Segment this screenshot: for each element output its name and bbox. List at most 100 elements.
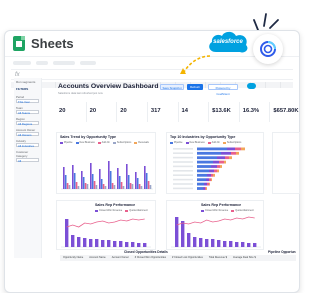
bar: [147, 181, 150, 189]
bar-segment: [236, 151, 239, 155]
category-label: [173, 178, 193, 181]
column-header[interactable]: Opportunity Name: [60, 255, 86, 261]
kpi-value: $657.80K: [273, 108, 299, 114]
chart-legend: Pipeline New Business Add-On Subscriptions: [170, 141, 241, 144]
filter-customer-category[interactable]: Customer Category All: [16, 150, 39, 163]
powered-by-button[interactable]: Powered by Coefficient: [208, 84, 238, 96]
bar: [135, 172, 137, 189]
bar: [83, 238, 87, 247]
chart-legend: Closed Won Revenue Quota Attainment: [95, 209, 148, 212]
bar: [68, 185, 71, 189]
top-industries-chart: Top 10 Industries by Opportunity Type Pi…: [166, 132, 264, 194]
save-snapshot-button[interactable]: Save Snapshot: [160, 84, 184, 90]
bar-segment: [207, 173, 211, 177]
bar-segment: [197, 160, 213, 164]
sales-trend-chart: Sales Trend by Opportunity Type Pipeline…: [56, 132, 156, 194]
legend-item: Quota Attainment: [125, 209, 148, 212]
fx-icon: fx: [15, 71, 20, 78]
category-label: [173, 174, 193, 176]
bar: [108, 161, 110, 189]
bar-segment: [214, 169, 217, 173]
bar: [144, 166, 146, 189]
column-header[interactable]: Account Name: [86, 255, 108, 261]
bar-segment: [197, 151, 221, 155]
column-header[interactable]: # Closed Lost Opportunities: [169, 255, 206, 261]
filter-value[interactable]: All Teams: [16, 110, 39, 115]
bar: [102, 184, 105, 189]
filter-value[interactable]: All Industries: [16, 143, 39, 148]
column-header[interactable]: Account Owner: [109, 255, 132, 261]
toolbar-placeholder[interactable]: [53, 61, 75, 65]
column-header[interactable]: Total Revenue $: [206, 255, 230, 261]
column-header[interactable]: # Closed Won Opportunities: [132, 255, 169, 261]
bar: [71, 235, 75, 247]
dashboard: Accounts Overview Dashboard Salesforce d…: [46, 78, 300, 263]
kpi-value: 20: [89, 108, 97, 114]
filter-value[interactable]: All Regions: [16, 121, 39, 126]
bar: [101, 240, 105, 247]
bar: [175, 217, 179, 247]
bar-segment: [197, 147, 227, 151]
bar: [205, 239, 209, 247]
bar: [64, 175, 67, 189]
bar: [211, 239, 215, 247]
bar: [199, 238, 203, 247]
category-label: [173, 170, 193, 172]
bar: [241, 242, 245, 247]
bar-segment: [213, 173, 215, 177]
bar-segment: [203, 187, 205, 190]
kpi-value: 16.3%: [242, 108, 260, 114]
filter-period[interactable]: Period This Year: [16, 95, 39, 104]
legend-item: Add-On: [207, 141, 220, 144]
bar: [84, 183, 87, 189]
legend-item: Subscriptions: [112, 141, 131, 144]
toolbar-placeholder[interactable]: [80, 61, 96, 65]
sales-rep-performance-chart: Sales Rep Performance Closed Won Revenue…: [56, 200, 156, 250]
legend-label: Pipeline: [174, 141, 183, 144]
filter-value[interactable]: All: [16, 158, 39, 163]
bar: [90, 163, 92, 189]
app-name: Sheets: [31, 36, 74, 51]
filter-value[interactable]: All Owners: [16, 132, 39, 137]
bar: [104, 186, 107, 189]
bar-segment: [206, 187, 207, 190]
bar-segment: [209, 169, 214, 173]
toolbar-placeholder[interactable]: [13, 61, 31, 65]
bar: [217, 240, 221, 247]
kpi-card: 20: [87, 102, 118, 122]
bar: [75, 182, 78, 189]
legend-swatch: [207, 141, 211, 144]
toolbar-placeholder[interactable]: [36, 61, 48, 65]
column-header[interactable]: Average Deal Size $: [230, 255, 259, 261]
kpi-card: 16.3%: [240, 102, 271, 122]
legend-label: New Business: [79, 141, 95, 144]
filter-industry[interactable]: Industry All Industries: [16, 139, 39, 148]
bar: [66, 183, 69, 189]
bar-segment: [197, 165, 211, 168]
legend-swatch: [170, 141, 173, 144]
bar: [131, 184, 134, 189]
legend-swatch: [125, 209, 129, 212]
legend-label: Add-On: [101, 141, 110, 144]
filter-value[interactable]: This Year: [16, 99, 39, 104]
chart-title: Sales Trend by Opportunity Type: [60, 135, 117, 139]
refresh-button[interactable]: Refresh: [187, 84, 203, 90]
sidebar-title: Run segments: [16, 80, 36, 84]
bar: [122, 186, 125, 189]
partial-chart-panel: [272, 132, 300, 194]
kpi-label: [120, 102, 147, 106]
legend-item: Add-On: [97, 141, 110, 144]
bar: [235, 242, 239, 247]
filter-account-owner[interactable]: Account Owner All Owners: [16, 128, 39, 137]
bar-segment: [221, 151, 231, 155]
connector-badge: [253, 34, 283, 64]
bar: [95, 239, 99, 247]
kpi-value: $13.6K: [212, 108, 231, 114]
filter-region[interactable]: Region All Regions: [16, 117, 39, 126]
closed-opportunities-header: Opportunity Name Account Name Account Ow…: [60, 255, 296, 261]
kpi-label: [90, 102, 117, 106]
bar: [229, 241, 233, 247]
bar-segment: [209, 182, 210, 186]
legend-item: Pipeline: [60, 141, 73, 144]
filter-team[interactable]: Team All Teams: [16, 106, 39, 115]
